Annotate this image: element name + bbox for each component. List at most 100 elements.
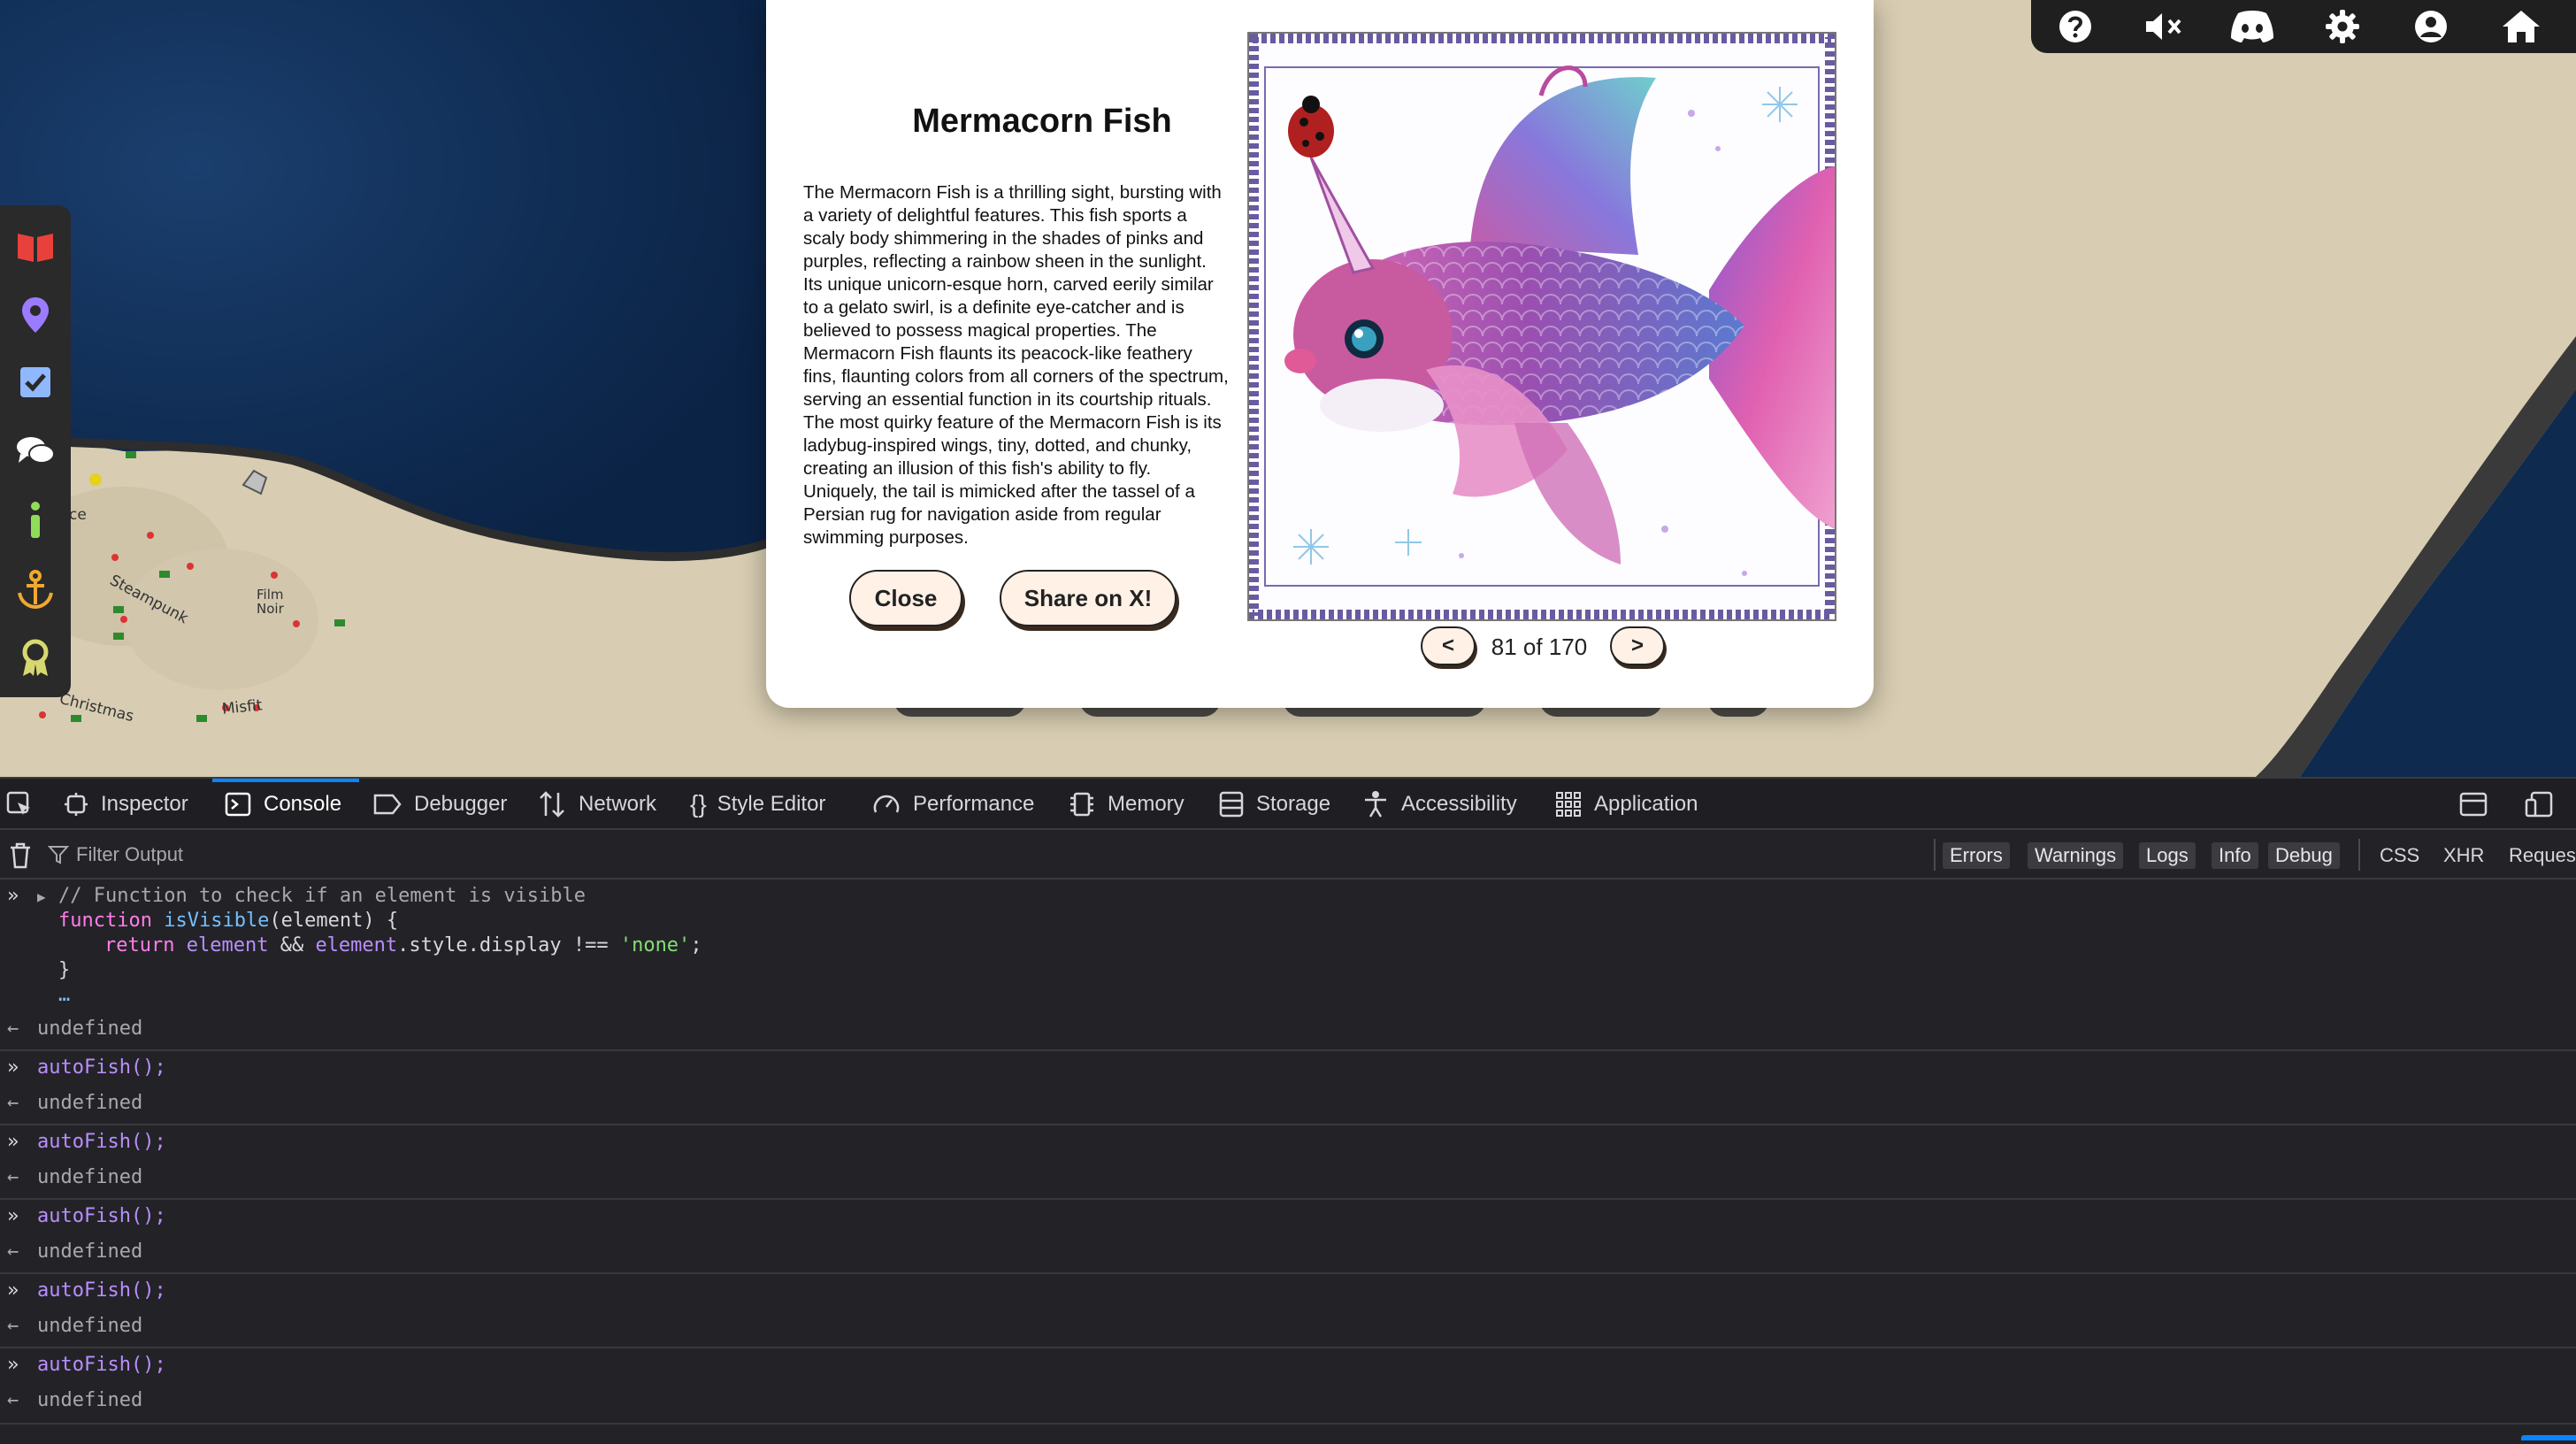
result-arrow-icon: ← (7, 1166, 19, 1188)
filter-output-input[interactable]: Filter Output (48, 837, 579, 872)
console-result-row: ← undefined (0, 1166, 2576, 1191)
filter-debug[interactable]: Debug (2268, 842, 2340, 869)
code-ellipsis[interactable]: … (58, 984, 70, 1006)
mute-icon[interactable] (2139, 4, 2189, 49)
fish-image (1249, 34, 1835, 619)
award-icon[interactable] (9, 632, 62, 685)
clear-console-icon[interactable] (9, 842, 32, 873)
filter-logs[interactable]: Logs (2139, 842, 2196, 869)
row-divider (0, 1124, 2576, 1125)
network-icon (540, 791, 564, 818)
input-prompt-icon: » (7, 1205, 19, 1227)
next-fish-button[interactable]: > (1610, 626, 1665, 665)
expand-arrow-icon[interactable]: ▶ (37, 888, 46, 905)
tab-application[interactable]: Application (1555, 779, 1698, 830)
map-label-film-noir: Film Noir (257, 587, 284, 617)
fish-detail-modal: Mermacorn Fish The Mermacorn Fish is a t… (766, 0, 1874, 708)
dock-layout-icon[interactable] (2459, 779, 2500, 830)
console-input-row: » autoFish(); (0, 1205, 2576, 1230)
tab-performance[interactable]: Performance (872, 779, 1034, 830)
fish-description: The Mermacorn Fish is a thrilling sight,… (803, 182, 1229, 548)
accessibility-icon (1365, 791, 1386, 818)
console-input: autoFish(); (37, 1354, 166, 1376)
filter-divider-2 (2358, 839, 2360, 871)
help-icon[interactable] (2051, 4, 2100, 49)
tab-style-editor-label: Style Editor (717, 792, 826, 816)
console-input: autoFish(); (37, 1056, 166, 1079)
code-line: } (0, 959, 2576, 984)
top-toolbar (2031, 0, 2576, 53)
left-toolbar (0, 205, 71, 697)
filter-errors[interactable]: Errors (1943, 842, 2010, 869)
code-brace: } (58, 959, 71, 981)
responsive-design-icon[interactable] (2525, 779, 2567, 830)
tab-console-label: Console (264, 792, 342, 816)
tab-style-editor[interactable]: {} Style Editor (690, 779, 825, 830)
account-icon[interactable] (2406, 4, 2456, 49)
filter-info[interactable]: Info (2212, 842, 2258, 869)
anchor-icon[interactable] (9, 563, 62, 616)
console-result-row: ← undefined (0, 1092, 2576, 1117)
code-var: element (315, 934, 398, 956)
tab-console[interactable]: Console (225, 779, 341, 830)
close-button[interactable]: Close (849, 570, 962, 626)
settings-icon[interactable] (2318, 4, 2367, 49)
tab-storage[interactable]: Storage (1219, 779, 1330, 830)
result-arrow-icon: ← (7, 1315, 19, 1337)
code-line: function isVisible(element) { (0, 910, 2576, 934)
element-picker-icon[interactable] (5, 779, 46, 830)
input-prompt-icon: » (7, 1354, 19, 1376)
console-output[interactable]: » ▶ // Function to check if an element i… (0, 879, 2576, 1444)
code-keyword: function (58, 910, 152, 932)
tab-memory-label: Memory (1108, 792, 1184, 816)
tab-application-label: Application (1594, 792, 1698, 816)
console-result: undefined (37, 1092, 143, 1114)
code-keyword: return (104, 934, 175, 956)
share-on-x-button[interactable]: Share on X! (1000, 570, 1177, 626)
map-pin-icon[interactable] (9, 288, 62, 342)
previous-fish-button[interactable]: < (1421, 626, 1476, 665)
book-icon[interactable] (9, 219, 62, 273)
result-arrow-icon: ← (7, 1240, 19, 1263)
filter-css[interactable]: CSS (2380, 842, 2419, 869)
checkbox-icon[interactable] (9, 356, 62, 409)
tab-debugger-label: Debugger (414, 792, 508, 816)
tab-performance-label: Performance (913, 792, 1035, 816)
filter-requests[interactable]: Reques (2509, 842, 2576, 869)
tab-network[interactable]: Network (538, 779, 656, 830)
game-viewport[interactable]: Steampunk Film Noir Christmas Misfit ce (0, 0, 2576, 777)
map-label-partial: ce (69, 506, 87, 524)
tab-inspector[interactable]: Inspector (64, 779, 188, 830)
code-op: && (268, 934, 316, 956)
tab-debugger[interactable]: Debugger (373, 779, 507, 830)
info-icon[interactable] (9, 494, 62, 547)
storage-icon (1219, 791, 1244, 818)
filter-icon (48, 846, 69, 864)
console-input-row: » autoFish(); (0, 1279, 2576, 1304)
input-prompt-icon: » (7, 1056, 19, 1079)
tab-accessibility-label: Accessibility (1401, 792, 1517, 816)
inspector-icon (65, 793, 88, 816)
page-indicator: 81 of 170 (1491, 634, 1588, 660)
input-prompt-icon: » (7, 1279, 19, 1302)
console-result-row: ← undefined (0, 1240, 2576, 1265)
code-string: 'none' (619, 934, 691, 956)
row-divider (0, 1049, 2576, 1051)
discord-icon[interactable] (2227, 4, 2277, 49)
filter-xhr[interactable]: XHR (2443, 842, 2484, 869)
tab-accessibility[interactable]: Accessibility (1362, 779, 1517, 830)
console-filter-bar: Filter Output Errors Warnings Logs Info … (0, 830, 2576, 879)
row-divider (0, 1347, 2576, 1348)
console-input-caret (2521, 1435, 2576, 1440)
filter-warnings[interactable]: Warnings (2028, 842, 2124, 869)
home-icon[interactable] (2496, 4, 2546, 49)
input-prompt-icon: » (7, 1131, 19, 1153)
result-arrow-icon: ← (7, 1092, 19, 1114)
tab-memory[interactable]: Memory (1069, 779, 1184, 830)
console-result: undefined (37, 1166, 143, 1188)
fish-illustration (1247, 32, 1836, 621)
debugger-icon (373, 794, 402, 815)
console-input: autoFish(); (37, 1279, 166, 1302)
chat-icon[interactable] (9, 425, 62, 478)
console-input-row: » autoFish(); (0, 1056, 2576, 1081)
